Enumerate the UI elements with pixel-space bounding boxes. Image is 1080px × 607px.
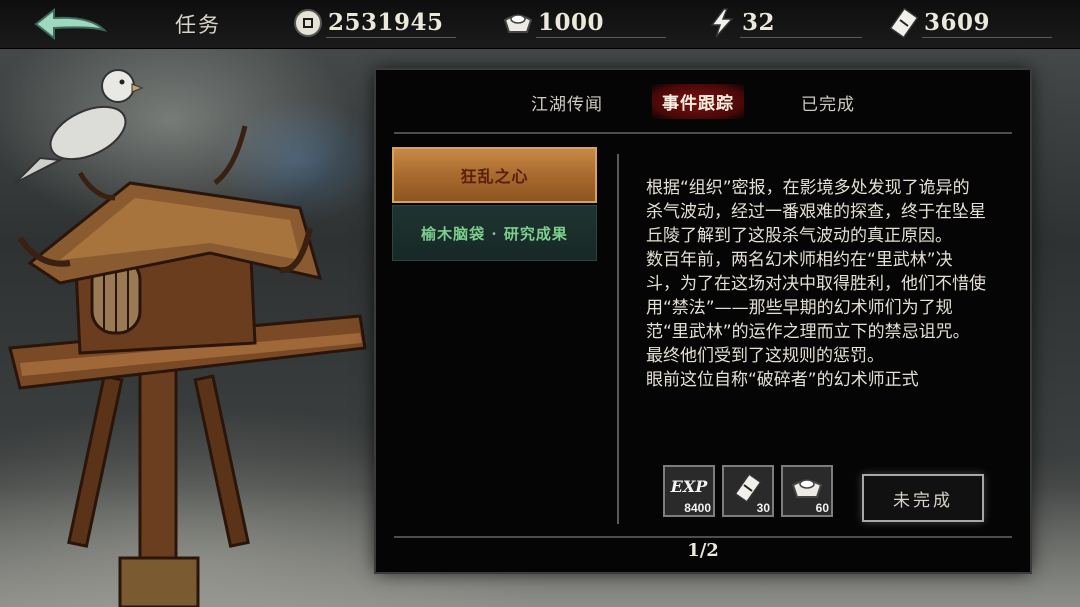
page-indicator: 1/2: [687, 540, 719, 561]
coin-value: 2531945: [328, 9, 444, 36]
quest-item-frenzied-heart[interactable]: 狂乱之心: [392, 147, 597, 203]
scroll-value: 3609: [924, 9, 991, 36]
reward-list: EXP 8400 30 60: [663, 465, 843, 519]
reward-scroll-value: 30: [756, 501, 770, 515]
quest-panel: 江湖传闻 事件跟踪 已完成 狂乱之心 榆木脑袋 · 研究成果 根据“组织”密报，…: [376, 70, 1030, 572]
lightning-icon: [710, 8, 734, 38]
stamina-value: 32: [742, 9, 776, 36]
content-divider: [617, 154, 619, 524]
tabs-divider: [394, 132, 1012, 134]
bottom-divider: [394, 536, 1012, 538]
scroll-ticket-icon: [889, 8, 919, 38]
exp-label: EXP: [670, 477, 709, 496]
reward-ingot-value: 60: [815, 501, 829, 515]
copper-coin-icon: [294, 9, 322, 37]
reward-exp[interactable]: EXP 8400: [663, 465, 715, 517]
tab-completed[interactable]: 已完成: [801, 90, 855, 115]
top-bar: 任务 2531945 1000 32 3609: [0, 0, 1080, 49]
quest-description[interactable]: 根据“组织”密报，在影境多处发现了诡异的杀气波动，经过一番艰难的探查，终于在坠星…: [646, 176, 986, 432]
reward-scroll[interactable]: 30: [722, 465, 774, 517]
quest-list: 狂乱之心 榆木脑袋 · 研究成果: [392, 147, 597, 263]
back-arrow-icon: [34, 7, 108, 41]
description-paragraph: 数百年前，两名幻术师相约在“里武林”决斗，为了在这场对决中取得胜利，他们不惜使用…: [646, 250, 986, 366]
reward-ingot[interactable]: 60: [781, 465, 833, 517]
reward-exp-value: 8400: [684, 501, 711, 515]
ingot-value: 1000: [538, 9, 605, 36]
pigeon-shrine-illustration: [8, 69, 367, 607]
silver-ingot-icon: [503, 14, 533, 33]
tab-rumors[interactable]: 江湖传闻: [531, 90, 603, 115]
description-paragraph: 根据“组织”密报，在影境多处发现了诡异的杀气波动，经过一番艰难的探查，终于在坠星…: [646, 178, 986, 246]
quest-tabs: 江湖传闻 事件跟踪 已完成: [376, 70, 1030, 130]
quest-item-research-results[interactable]: 榆木脑袋 · 研究成果: [392, 205, 597, 261]
description-paragraph: 眼前这位自称“破碎者”的幻术师正式: [646, 370, 919, 390]
tab-event-tracking[interactable]: 事件跟踪: [652, 84, 744, 119]
page-title: 任务: [175, 13, 221, 37]
incomplete-status-button[interactable]: 未完成: [862, 474, 984, 522]
back-button[interactable]: [30, 6, 110, 42]
